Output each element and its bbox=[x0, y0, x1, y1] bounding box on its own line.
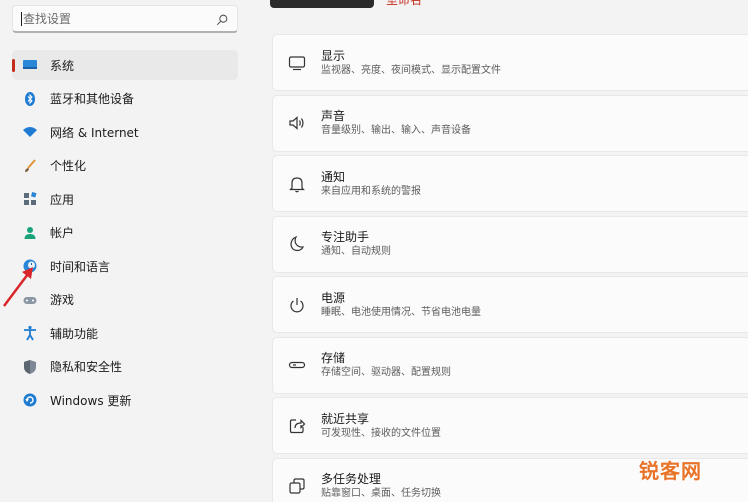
sidebar-item-network[interactable]: 网络 & Internet bbox=[12, 117, 238, 147]
setting-title: 声音 bbox=[321, 109, 346, 123]
setting-card-text: 电源 睡眠、电池使用情况、节省电池电量 bbox=[321, 290, 481, 320]
sidebar-item-label: 系统 bbox=[50, 58, 75, 73]
watermark-logo: 锐客网 bbox=[639, 461, 702, 483]
display-icon bbox=[287, 53, 307, 73]
setting-description: 存储空间、驱动器、配置规则 bbox=[321, 367, 451, 378]
sidebar-item-accessibility[interactable]: 辅助功能 bbox=[12, 318, 238, 348]
sidebar-item-personalization[interactable]: 个性化 bbox=[12, 151, 238, 181]
setting-card-text: 显示 监视器、亮度、夜间模式、显示配置文件 bbox=[321, 48, 501, 78]
setting-card-text: 多任务处理 贴靠窗口、桌面、任务切换 bbox=[321, 471, 441, 501]
shield-icon bbox=[22, 359, 38, 375]
setting-card-focus-assist[interactable]: 专注助手 通知、自动规则 bbox=[272, 215, 748, 273]
wifi-icon bbox=[22, 124, 38, 140]
multitask-icon bbox=[287, 476, 307, 496]
account-avatar[interactable] bbox=[270, 0, 374, 8]
setting-description: 贴靠窗口、桌面、任务切换 bbox=[321, 488, 441, 499]
storage-icon bbox=[287, 355, 307, 375]
brush-icon bbox=[22, 158, 38, 174]
sidebar-item-label: 蓝牙和其他设备 bbox=[50, 92, 135, 106]
search-input[interactable]: 查找设置 bbox=[23, 10, 215, 27]
text-caret bbox=[21, 11, 22, 26]
sidebar-item-label: 应用 bbox=[50, 192, 75, 207]
power-icon bbox=[287, 295, 307, 315]
setting-card-display[interactable]: 显示 监视器、亮度、夜间模式、显示配置文件 bbox=[272, 34, 748, 91]
setting-title: 多任务处理 bbox=[321, 472, 382, 486]
setting-card-text: 专注助手 通知、自动规则 bbox=[321, 229, 391, 259]
sidebar-item-privacy[interactable]: 隐私和安全性 bbox=[12, 352, 238, 382]
bell-icon bbox=[287, 174, 307, 194]
setting-description: 可发现性、接收的文件位置 bbox=[321, 427, 441, 439]
person-icon bbox=[22, 225, 38, 241]
sidebar-item-label: 帐户 bbox=[50, 226, 75, 240]
setting-title: 存储 bbox=[321, 351, 346, 365]
sidebar-item-label: 隐私和安全性 bbox=[50, 360, 123, 374]
setting-description: 音量级别、输出、输入、声音设备 bbox=[321, 125, 471, 136]
sidebar: 查找设置 系统 蓝牙和其他设备 网络 & Internet 个性化 应用 帐户 … bbox=[0, 0, 252, 502]
bluetooth-icon bbox=[22, 91, 38, 107]
accessibility-icon bbox=[22, 325, 38, 341]
setting-title: 电源 bbox=[321, 290, 346, 305]
setting-title: 专注助手 bbox=[321, 230, 370, 244]
setting-title: 就近共享 bbox=[321, 411, 370, 426]
moon-icon bbox=[287, 234, 307, 254]
sidebar-item-label: Windows 更新 bbox=[50, 393, 132, 408]
setting-card-text: 就近共享 可发现性、接收的文件位置 bbox=[321, 411, 441, 441]
sidebar-item-label: 个性化 bbox=[50, 159, 87, 173]
apps-icon bbox=[22, 191, 38, 207]
sidebar-item-label: 网络 & Internet bbox=[50, 125, 139, 140]
sidebar-item-system[interactable]: 系统 bbox=[12, 50, 238, 80]
sidebar-item-label: 游戏 bbox=[50, 293, 75, 307]
setting-card-nearby-sharing[interactable]: 就近共享 可发现性、接收的文件位置 bbox=[272, 397, 748, 454]
setting-card-power[interactable]: 电源 睡眠、电池使用情况、节省电池电量 bbox=[272, 276, 748, 333]
speaker-icon bbox=[287, 113, 307, 133]
sidebar-item-accounts[interactable]: 帐户 bbox=[12, 218, 238, 248]
setting-title: 显示 bbox=[321, 48, 346, 63]
setting-description: 来自应用和系统的警报 bbox=[321, 185, 421, 197]
sidebar-item-gaming[interactable]: 游戏 bbox=[12, 285, 238, 315]
update-icon bbox=[22, 392, 38, 408]
setting-card-storage[interactable]: 存储 存储空间、驱动器、配置规则 bbox=[272, 336, 748, 394]
sidebar-nav: 系统 蓝牙和其他设备 网络 & Internet 个性化 应用 帐户 时间和语言… bbox=[12, 50, 238, 419]
sidebar-item-apps[interactable]: 应用 bbox=[12, 184, 238, 214]
sidebar-item-label: 辅助功能 bbox=[50, 326, 99, 341]
search-box[interactable]: 查找设置 bbox=[12, 5, 238, 33]
settings-list: 显示 监视器、亮度、夜间模式、显示配置文件 声音 音量级别、输出、输入、声音设备… bbox=[272, 34, 748, 502]
sidebar-item-label: 时间和语言 bbox=[50, 259, 111, 274]
account-name: 室命名 bbox=[386, 0, 423, 7]
setting-description: 通知、自动规则 bbox=[321, 246, 391, 257]
search-icon[interactable] bbox=[215, 12, 229, 26]
setting-card-text: 存储 存储空间、驱动器、配置规则 bbox=[321, 350, 451, 380]
setting-card-sound[interactable]: 声音 音量级别、输出、输入、声音设备 bbox=[272, 94, 748, 152]
setting-title: 通知 bbox=[321, 169, 346, 184]
share-icon bbox=[287, 416, 307, 436]
sidebar-item-bluetooth[interactable]: 蓝牙和其他设备 bbox=[12, 84, 238, 114]
monitor-icon bbox=[22, 57, 38, 73]
setting-description: 监视器、亮度、夜间模式、显示配置文件 bbox=[321, 64, 501, 76]
sidebar-item-time-language[interactable]: 时间和语言 bbox=[12, 251, 238, 281]
setting-card-notifications[interactable]: 通知 来自应用和系统的警报 bbox=[272, 155, 748, 212]
setting-card-text: 通知 来自应用和系统的警报 bbox=[321, 169, 421, 199]
setting-description: 睡眠、电池使用情况、节省电池电量 bbox=[321, 306, 481, 318]
annotation-arrow bbox=[3, 267, 33, 307]
setting-card-text: 声音 音量级别、输出、输入、声音设备 bbox=[321, 108, 471, 138]
sidebar-item-windows-update[interactable]: Windows 更新 bbox=[12, 385, 238, 415]
